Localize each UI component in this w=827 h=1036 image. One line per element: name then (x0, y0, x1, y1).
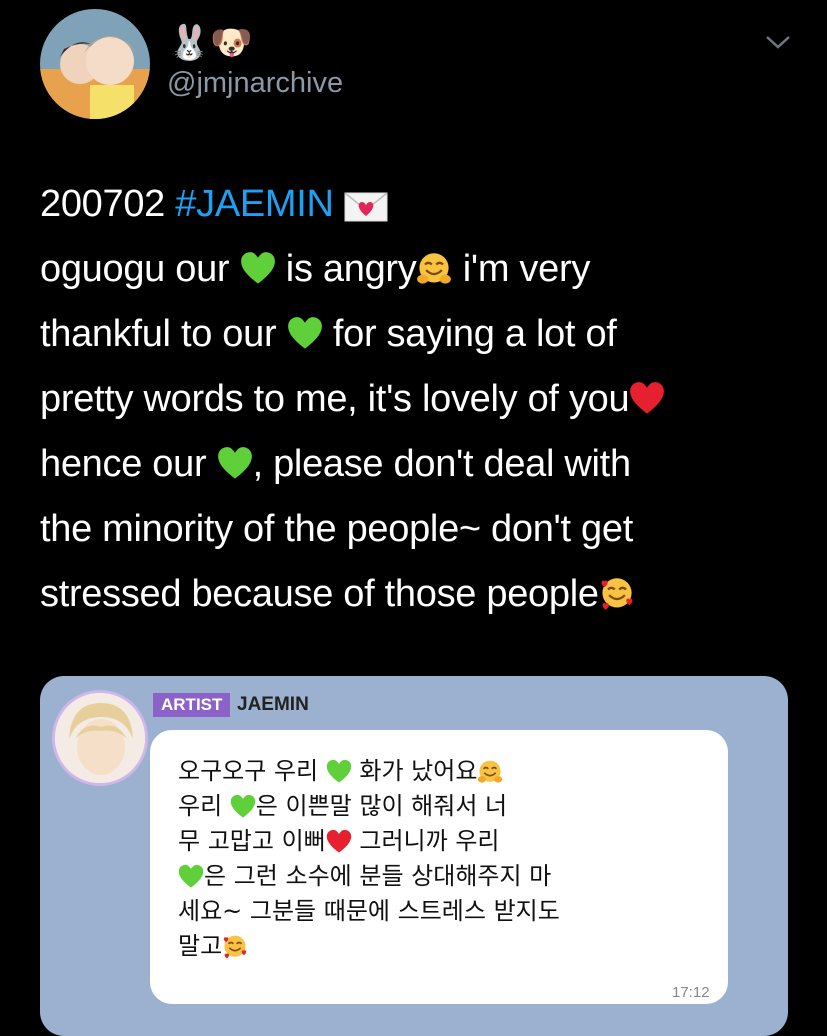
text-line: pretty words to me, it's lovely of you (40, 367, 800, 432)
text-segment: thankful to our (40, 313, 287, 355)
text-segment: 오구오구 우리 (178, 757, 326, 785)
tweet-date: 200702 (40, 183, 166, 225)
text-segment: hence our (40, 443, 217, 485)
hugging-face-icon (417, 253, 452, 284)
text-segment: the minority of the people~ don't get (40, 508, 633, 550)
text-line: thankful to our for saying a lot of (40, 302, 800, 367)
message-screenshot[interactable]: ARTIST JAEMIN 오구오구 우리 화가 났어요 우리 은 이쁜말 많이 … (40, 676, 788, 1036)
green-heart-icon (240, 252, 275, 284)
text-segment: 화가 났어요 (351, 757, 478, 785)
chevron-down-icon[interactable] (764, 32, 792, 52)
text-segment: 세요~ 그분들 때문에 스트레스 받지도 (178, 897, 560, 925)
text-segment: pretty words to me, it's lovely of you (40, 378, 630, 420)
text-line: 세요~ 그분들 때문에 스트레스 받지도 (178, 894, 698, 929)
smiling-face-hearts-icon (601, 578, 633, 610)
green-heart-icon (230, 794, 255, 818)
text-segment: 그러니까 우리 (351, 827, 500, 855)
text-segment: 은 그런 소수에 분들 상대해주지 마 (204, 862, 552, 890)
red-heart-icon (326, 829, 351, 853)
tweet-first-line: 200702 #JAEMIN (40, 172, 800, 237)
hugging-face-icon (478, 760, 503, 783)
artist-name: JAEMIN (237, 694, 309, 715)
red-heart-icon (630, 382, 665, 414)
smiling-face-hearts-icon (224, 935, 247, 959)
text-segment: 무 고맙고 이뻐 (178, 827, 326, 855)
text-segment: i'm very (452, 248, 591, 290)
text-segment: 말고 (178, 932, 223, 960)
message-time: 17:12 (672, 984, 710, 1001)
green-heart-icon (326, 759, 351, 783)
text-segment: 은 이쁜말 많이 해줘서 너 (255, 792, 508, 820)
green-heart-icon (287, 317, 322, 349)
artist-badge: ARTIST (153, 693, 231, 717)
text-segment: 우리 (178, 792, 230, 820)
text-line: the minority of the people~ don't get (40, 497, 800, 562)
text-line: 은 그런 소수에 분들 상대해주지 마 (178, 859, 698, 894)
text-line: stressed because of those people (40, 562, 800, 627)
artist-avatar (52, 690, 148, 786)
profile-avatar[interactable] (40, 9, 150, 119)
text-segment: stressed because of those people (40, 573, 599, 615)
rabbit-dog-emoji: 🐰🐶 (168, 23, 253, 63)
text-line: 오구오구 우리 화가 났어요 (178, 754, 698, 789)
text-segment: for saying a lot of (322, 313, 617, 355)
green-heart-icon (178, 864, 204, 888)
envelope-heart-icon (344, 192, 388, 222)
text-line: 우리 은 이쁜말 많이 해줘서 너 (178, 789, 698, 824)
text-line: oguogu our is angry i'm very (40, 237, 800, 302)
text-line: 무 고맙고 이뻐 그러니까 우리 (178, 824, 698, 859)
tweet-text: 200702 #JAEMIN oguogu our is angry i'm v… (40, 172, 800, 627)
message-text: 오구오구 우리 화가 났어요 우리 은 이쁜말 많이 해줘서 너무 고맙고 이뻐 … (178, 754, 698, 964)
user-handle[interactable]: @jmjnarchive (167, 67, 343, 100)
green-heart-icon (217, 447, 252, 479)
display-name: 🐰🐶 (168, 25, 253, 61)
text-segment: is angry (275, 248, 417, 290)
text-line: hence our , please don't deal with (40, 432, 800, 497)
message-bubble: 오구오구 우리 화가 났어요 우리 은 이쁜말 많이 해줘서 너무 고맙고 이뻐 … (150, 730, 728, 1004)
text-line: 말고 (178, 929, 698, 964)
text-segment: oguogu our (40, 248, 240, 290)
text-segment: , please don't deal with (252, 443, 632, 485)
hashtag-link[interactable]: #JAEMIN (175, 183, 334, 225)
